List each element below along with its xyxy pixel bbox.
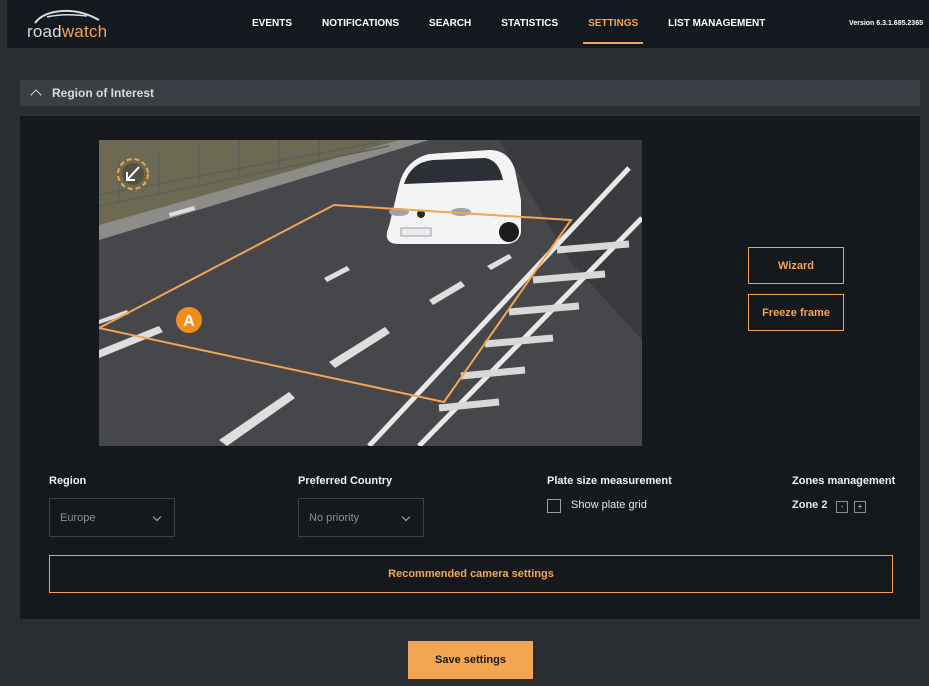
region-select[interactable]: Europe	[49, 498, 175, 537]
nav-search[interactable]: SEARCH	[414, 0, 486, 48]
region-label: Region	[49, 475, 87, 487]
zone-decrement-button[interactable]: -	[836, 501, 848, 513]
chevron-down-icon	[401, 512, 411, 522]
save-settings-button[interactable]: Save settings	[408, 641, 533, 679]
show-plate-grid-checkbox[interactable]	[547, 499, 561, 513]
camera-scene: A	[99, 140, 642, 446]
zone-marker[interactable]: A	[176, 307, 202, 333]
zone-increment-button[interactable]: +	[854, 501, 866, 513]
region-of-interest-panel: A Wizard Freeze frame Region Europe Pref…	[20, 116, 920, 619]
chevron-down-icon	[152, 512, 162, 522]
nav-events[interactable]: EVENTS	[237, 0, 307, 48]
section-title: Region of Interest	[52, 86, 155, 100]
recommended-camera-settings-button[interactable]: Recommended camera settings	[49, 555, 893, 593]
svg-text:A: A	[183, 313, 195, 330]
zone-value: Zone 2	[792, 499, 828, 511]
region-value: Europe	[60, 511, 96, 524]
roadwatch-logo[interactable]: roadwatch	[27, 8, 137, 42]
nav-statistics[interactable]: STATISTICS	[486, 0, 573, 48]
logo-text: roadwatch	[27, 22, 108, 41]
nav-notifications[interactable]: NOTIFICATIONS	[307, 0, 414, 48]
region-of-interest-header[interactable]: Region of Interest	[20, 80, 920, 106]
arrow-down-left-icon[interactable]	[117, 158, 149, 190]
show-plate-grid-label[interactable]: Show plate grid	[571, 499, 647, 511]
preferred-country-select[interactable]: No priority	[298, 498, 424, 537]
zones-management-label: Zones management	[792, 475, 896, 487]
plate-size-label: Plate size measurement	[547, 475, 672, 487]
camera-preview[interactable]: A	[99, 140, 642, 446]
wizard-button[interactable]: Wizard	[748, 247, 844, 284]
preferred-country-value: No priority	[309, 511, 360, 524]
top-navigation-bar: roadwatch EVENTS NOTIFICATIONS SEARCH ST…	[7, 0, 929, 48]
freeze-frame-button[interactable]: Freeze frame	[748, 294, 844, 331]
nav-list-management[interactable]: LIST MANAGEMENT	[653, 0, 780, 48]
nav-settings[interactable]: SETTINGS	[573, 0, 653, 48]
main-nav: EVENTS NOTIFICATIONS SEARCH STATISTICS S…	[237, 0, 780, 48]
version-label: Version 6.3.1.685.2365	[849, 20, 923, 27]
preferred-country-label: Preferred Country	[298, 475, 393, 487]
chevron-up-icon	[30, 89, 42, 101]
